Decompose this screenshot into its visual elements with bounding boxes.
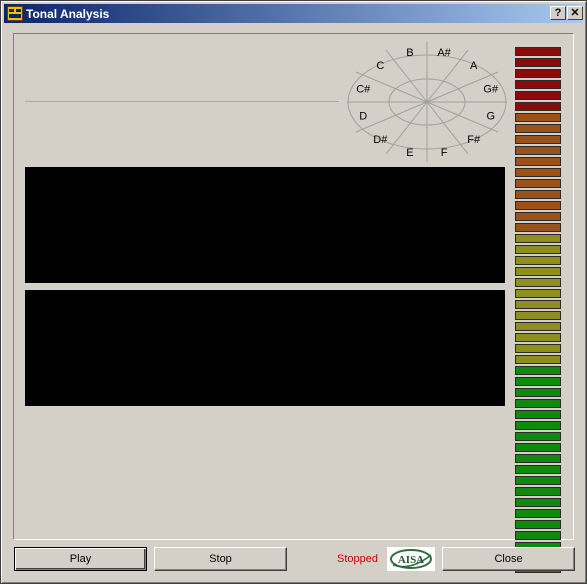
title-close-button[interactable]: ✕ bbox=[567, 6, 583, 20]
wheel-note-label: A bbox=[470, 60, 478, 72]
meter-segment bbox=[515, 355, 561, 364]
meter-segment bbox=[515, 498, 561, 507]
meter-segment bbox=[515, 311, 561, 320]
close-icon: ✕ bbox=[570, 7, 580, 19]
help-button[interactable]: ? bbox=[550, 6, 566, 20]
status-text: Stopped bbox=[337, 553, 378, 565]
meter-segment bbox=[515, 135, 561, 144]
meter-segment bbox=[515, 487, 561, 496]
meter-segment bbox=[515, 256, 561, 265]
analysis-display-top bbox=[25, 167, 505, 283]
meter-segment bbox=[515, 168, 561, 177]
help-icon: ? bbox=[554, 7, 562, 19]
wheel-note-label: F# bbox=[467, 134, 481, 146]
meter-segment bbox=[515, 465, 561, 474]
meter-segment bbox=[515, 124, 561, 133]
meter-segment bbox=[515, 421, 561, 430]
meter-segment bbox=[515, 201, 561, 210]
meter-segment bbox=[515, 520, 561, 529]
wheel-note-label: G# bbox=[483, 84, 499, 96]
play-button[interactable]: Play bbox=[14, 547, 147, 571]
meter-segment bbox=[515, 146, 561, 155]
meter-segment bbox=[515, 333, 561, 342]
meter-segment bbox=[515, 289, 561, 298]
meter-segment bbox=[515, 476, 561, 485]
wheel-note-label: D# bbox=[373, 134, 388, 146]
meter-segment bbox=[515, 322, 561, 331]
meter-segment bbox=[515, 509, 561, 518]
meter-segment bbox=[515, 190, 561, 199]
wheel-note-label: F bbox=[441, 147, 448, 159]
meter-segment bbox=[515, 366, 561, 375]
meter-segment bbox=[515, 344, 561, 353]
divider-line bbox=[25, 101, 339, 102]
wheel-note-label: C bbox=[376, 60, 384, 72]
level-meter bbox=[515, 47, 561, 575]
window-title: Tonal Analysis bbox=[26, 7, 110, 21]
meter-segment bbox=[515, 399, 561, 408]
wheel-note-label: D bbox=[359, 110, 367, 122]
meter-segment bbox=[515, 278, 561, 287]
wheel-note-label: A# bbox=[437, 47, 451, 59]
aisa-logo: AISA bbox=[387, 547, 435, 571]
wheel-note-label: B bbox=[406, 47, 413, 59]
meter-segment bbox=[515, 245, 561, 254]
meter-segment bbox=[515, 58, 561, 67]
logo-text: AISA bbox=[398, 554, 424, 566]
meter-segment bbox=[515, 454, 561, 463]
meter-segment bbox=[515, 432, 561, 441]
meter-segment bbox=[515, 267, 561, 276]
meter-segment bbox=[515, 69, 561, 78]
meter-segment bbox=[515, 157, 561, 166]
tonal-analysis-window: Tonal Analysis ? ✕ A# A G# G F# F E D# D C# C B Pla… bbox=[0, 0, 587, 584]
meter-segment bbox=[515, 443, 561, 452]
meter-segment bbox=[515, 223, 561, 232]
meter-segment bbox=[515, 91, 561, 100]
meter-segment bbox=[515, 377, 561, 386]
meter-segment bbox=[515, 234, 561, 243]
wheel-note-label: G bbox=[486, 110, 495, 122]
wheel-spoke bbox=[385, 101, 428, 155]
app-icon bbox=[7, 6, 23, 21]
meter-segment bbox=[515, 179, 561, 188]
pitch-class-wheel: A# A G# G F# F E D# D C# C B bbox=[347, 42, 507, 162]
meter-segment bbox=[515, 113, 561, 122]
title-bar: Tonal Analysis ? ✕ bbox=[4, 4, 583, 23]
meter-segment bbox=[515, 212, 561, 221]
wheel-spoke bbox=[426, 101, 469, 155]
meter-segment bbox=[515, 102, 561, 111]
analysis-display-bottom bbox=[25, 290, 505, 406]
close-button[interactable]: Close bbox=[442, 547, 575, 571]
meter-segment bbox=[515, 80, 561, 89]
meter-segment bbox=[515, 300, 561, 309]
meter-segment bbox=[515, 47, 561, 56]
meter-segment bbox=[515, 531, 561, 540]
wheel-note-label: C# bbox=[356, 84, 371, 96]
stop-button[interactable]: Stop bbox=[154, 547, 287, 571]
wheel-note-label: E bbox=[406, 147, 413, 159]
meter-segment bbox=[515, 388, 561, 397]
meter-segment bbox=[515, 410, 561, 419]
